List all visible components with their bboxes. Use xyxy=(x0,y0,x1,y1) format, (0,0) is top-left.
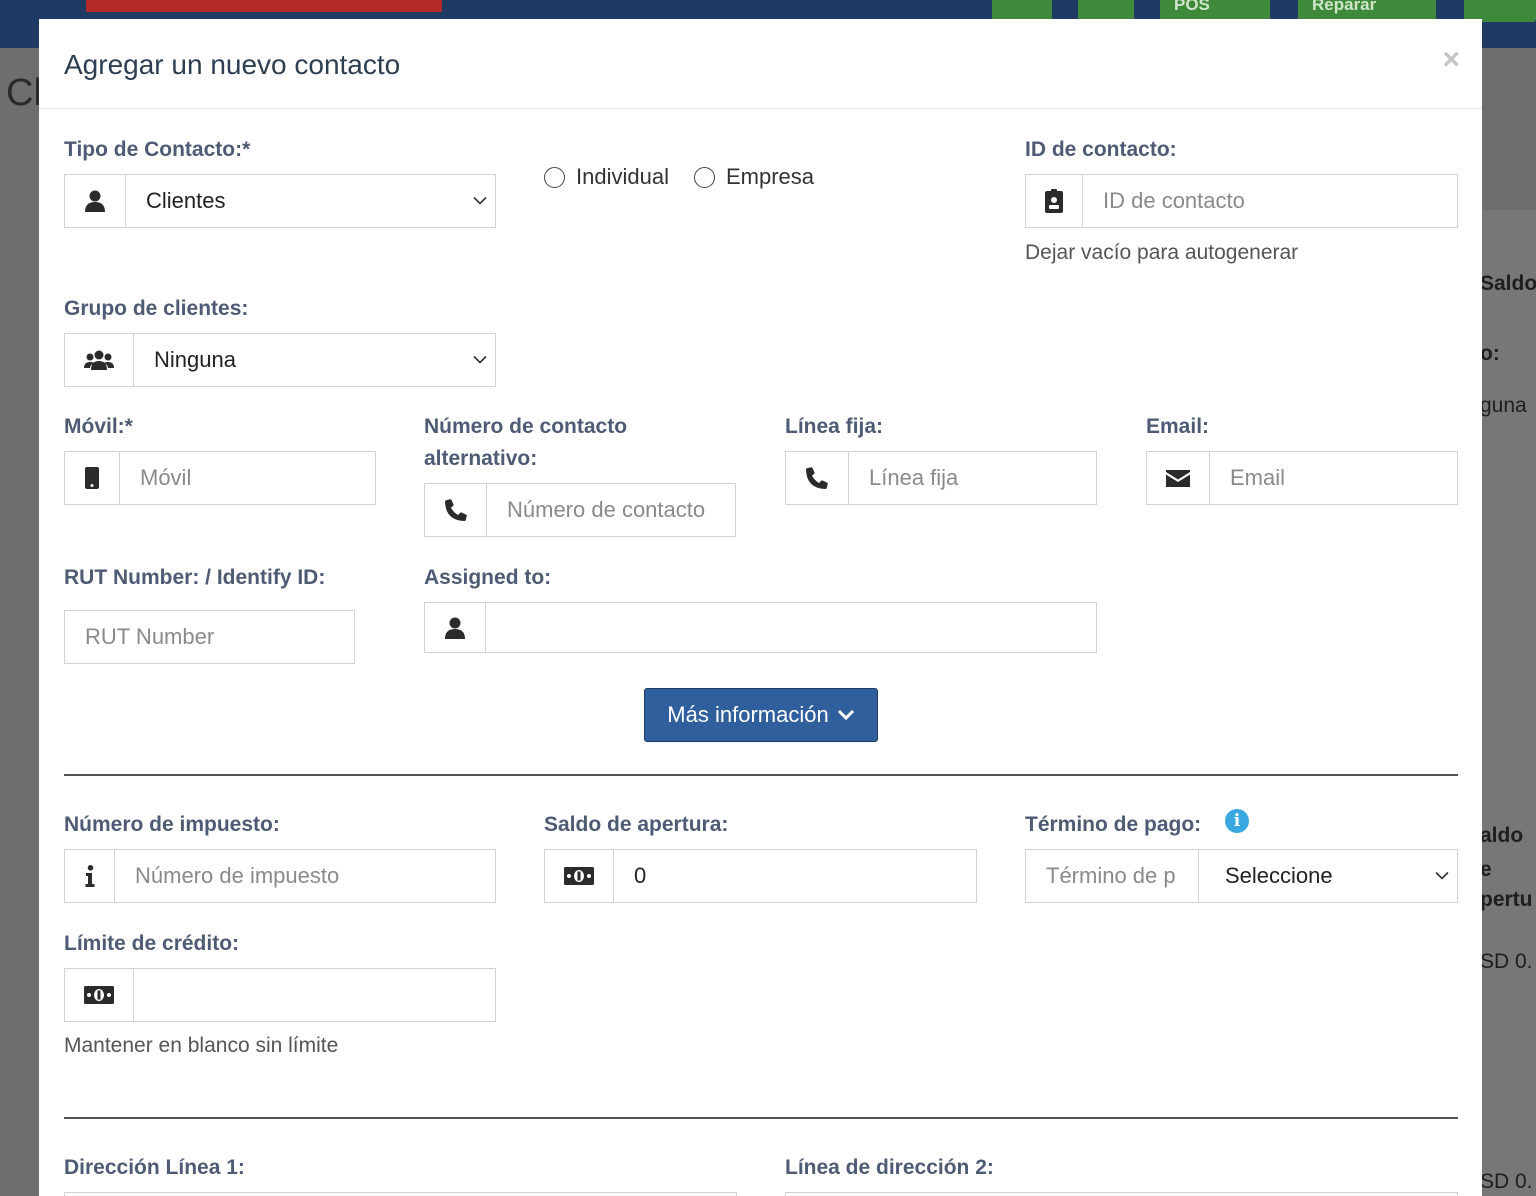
radio-individual-label: Individual xyxy=(576,164,669,189)
alt-contact-group: Número de contacto xyxy=(424,483,736,537)
id-badge-icon xyxy=(1026,175,1083,227)
background-side-text: o: xyxy=(1480,342,1500,365)
email-group: Email xyxy=(1146,451,1458,505)
address-line2-input[interactable] xyxy=(785,1192,1458,1196)
chevron-down-icon xyxy=(473,196,487,205)
landline-label: Línea fija: xyxy=(785,415,884,438)
background-side-text: pertu xyxy=(1480,888,1533,911)
tax-number-label: Número de impuesto: xyxy=(64,813,280,836)
radio-individual[interactable]: Individual xyxy=(544,164,669,190)
mobile-phone-icon xyxy=(65,452,120,504)
phone-icon xyxy=(425,484,487,536)
email-label: Email: xyxy=(1146,415,1210,438)
customer-group-label: Grupo de clientes: xyxy=(64,297,249,320)
credit-limit-input[interactable] xyxy=(134,969,495,1021)
mobile-input[interactable]: Móvil xyxy=(120,452,375,504)
radio-business[interactable]: Empresa xyxy=(694,164,814,190)
close-icon[interactable]: × xyxy=(1442,45,1460,75)
rut-input[interactable]: RUT Number xyxy=(64,610,355,664)
add-contact-modal: Agregar un nuevo contacto × Tipo de Cont… xyxy=(39,19,1482,1196)
background-side-text: aldo xyxy=(1480,824,1524,847)
user-icon xyxy=(425,603,486,652)
modal-header: Agregar un nuevo contacto × xyxy=(39,19,1482,109)
landline-input[interactable]: Línea fija xyxy=(849,452,1096,504)
section-divider xyxy=(64,1117,1458,1119)
background-side-text: guna xyxy=(1480,394,1527,417)
contact-type-value[interactable]: Clientes xyxy=(126,175,495,227)
envelope-icon xyxy=(1147,452,1210,504)
contact-id-group: ID de contacto xyxy=(1025,174,1458,228)
chevron-down-icon xyxy=(473,355,487,364)
phone-icon xyxy=(786,452,849,504)
background-side-text: SD 0. xyxy=(1480,950,1533,973)
money-bill-icon xyxy=(65,969,134,1021)
modal-title: Agregar un nuevo contacto xyxy=(64,49,401,80)
email-input[interactable]: Email xyxy=(1210,452,1457,504)
user-icon xyxy=(65,175,126,227)
address-line1-input[interactable] xyxy=(64,1192,737,1196)
credit-limit-label: Límite de crédito: xyxy=(64,932,240,955)
background-page-title: Cl xyxy=(6,72,42,114)
radio-circle[interactable] xyxy=(694,166,715,188)
pay-term-period-select[interactable]: Seleccione xyxy=(1198,849,1458,903)
alt-contact-input[interactable]: Número de contacto xyxy=(487,484,735,536)
contact-id-label: ID de contacto: xyxy=(1025,138,1177,161)
customer-group-text: Ninguna xyxy=(154,347,236,372)
assigned-select[interactable] xyxy=(424,602,1097,653)
radio-circle[interactable] xyxy=(544,166,565,188)
contact-id-input[interactable]: ID de contacto xyxy=(1083,175,1457,227)
address-line1-label: Dirección Línea 1: xyxy=(64,1156,245,1179)
pay-term-period-value[interactable]: Seleccione xyxy=(1199,850,1457,902)
customer-group-value[interactable]: Ninguna xyxy=(134,334,495,386)
info-icon xyxy=(65,850,115,902)
pay-term-period-text: Seleccione xyxy=(1225,863,1333,888)
assigned-value[interactable] xyxy=(486,603,1096,652)
assigned-label: Assigned to: xyxy=(424,566,552,589)
info-circle-icon[interactable]: i xyxy=(1225,809,1249,833)
contact-type-label: Tipo de Contacto:* xyxy=(64,138,251,161)
background-side-text: SD 0. xyxy=(1480,1170,1533,1193)
tax-number-input[interactable]: Número de impuesto xyxy=(115,850,495,902)
tax-number-group: Número de impuesto xyxy=(64,849,496,903)
contact-type-select[interactable]: Clientes xyxy=(64,174,496,228)
rut-label: RUT Number: / Identify ID: xyxy=(64,566,326,589)
alt-contact-label-line2: alternativo: xyxy=(424,447,538,470)
landline-group: Línea fija xyxy=(785,451,1097,505)
money-bill-icon xyxy=(545,850,614,902)
alt-contact-label-line1: Número de contacto xyxy=(424,415,628,438)
opening-balance-label: Saldo de apertura: xyxy=(544,813,729,836)
credit-limit-group xyxy=(64,968,496,1022)
background-alert-bar xyxy=(86,0,442,12)
radio-business-label: Empresa xyxy=(726,164,815,189)
address-line2-label: Línea de dirección 2: xyxy=(785,1156,994,1179)
opening-balance-input[interactable]: 0 xyxy=(614,850,976,902)
chevron-down-icon xyxy=(1435,871,1449,880)
background-side-text: Saldo xyxy=(1480,272,1536,295)
users-icon xyxy=(65,334,134,386)
section-divider xyxy=(64,774,1458,776)
more-info-label: Más información xyxy=(667,702,829,727)
opening-balance-group: 0 xyxy=(544,849,977,903)
pay-term-label: Término de pago: xyxy=(1025,813,1202,836)
credit-limit-help: Mantener en blanco sin límite xyxy=(64,1034,339,1057)
more-info-button[interactable]: Más información xyxy=(644,688,878,742)
contact-id-help: Dejar vacío para autogenerar xyxy=(1025,241,1299,264)
customer-group-select[interactable]: Ninguna xyxy=(64,333,496,387)
mobile-group: Móvil xyxy=(64,451,376,505)
pay-term-input[interactable]: Término de p xyxy=(1025,849,1199,903)
mobile-label: Móvil:* xyxy=(64,415,133,438)
chevron-down-icon xyxy=(837,709,854,721)
contact-type-text: Clientes xyxy=(146,188,226,213)
